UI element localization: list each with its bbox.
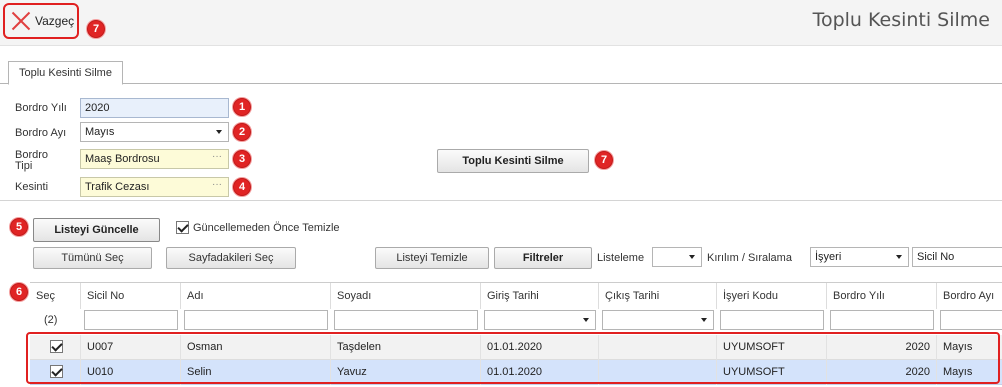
step-badge-4: 4 — [232, 177, 252, 197]
step-badge-7: 7 — [86, 19, 106, 39]
bordro-ayi-value: Mayıs — [85, 126, 115, 138]
filter-giris-tarihi[interactable] — [484, 310, 596, 330]
column-header-giris-tarihi[interactable]: Giriş Tarihi — [481, 283, 599, 309]
chevron-down-icon — [896, 255, 902, 259]
sort-select[interactable]: Sicil No — [912, 247, 1002, 267]
kirilim-select[interactable]: İşyeri — [810, 247, 909, 267]
step-badge-5: 5 — [9, 217, 29, 237]
cancel-button-label: Vazgeç — [35, 14, 75, 28]
bordro-tipi-label: Bordro Tipi — [15, 150, 48, 172]
top-toolbar: Vazgeç Toplu Kesinti Silme — [0, 0, 1002, 46]
filter-sicil-no[interactable] — [84, 310, 178, 330]
cell-sicil-no: U007 — [81, 335, 181, 360]
row-select-cell — [30, 335, 81, 360]
kesinti-field[interactable]: Trafik Cezası ··· — [80, 177, 229, 197]
clear-before-update-checkbox[interactable] — [176, 221, 189, 234]
select-all-button[interactable]: Tümünü Seç — [33, 247, 152, 269]
column-header-adi[interactable]: Adı — [181, 283, 331, 309]
cell-bordro-yili: 2020 — [827, 360, 937, 385]
ellipsis-icon[interactable]: ··· — [208, 152, 226, 166]
step-badge-7b: 7 — [594, 150, 614, 170]
tab-toplu-kesinti-silme[interactable]: Toplu Kesinti Silme — [8, 61, 123, 85]
chevron-down-icon — [216, 130, 222, 134]
cell-bordro-ayi: Mayıs — [943, 341, 973, 353]
column-header-bordro-yili[interactable]: Bordro Yılı — [827, 283, 937, 309]
ellipsis-icon[interactable]: ··· — [208, 180, 226, 194]
bordro-yili-field[interactable]: 2020 — [80, 98, 229, 118]
chevron-down-icon — [689, 255, 695, 259]
kirilim-label: Kırılım / Sıralama — [707, 252, 792, 264]
cell-soyadi: Yavuz — [331, 360, 481, 385]
section-divider — [0, 200, 1002, 201]
data-grid: Seç Sicil No Adı Soyadı Giriş Tarihi Çık… — [30, 282, 1002, 387]
refresh-list-button[interactable]: Listeyi Güncelle — [33, 218, 160, 242]
filter-soyadi[interactable] — [334, 310, 478, 330]
bordro-yili-label: Bordro Yılı — [15, 102, 67, 114]
select-page-button[interactable]: Sayfadakileri Seç — [166, 247, 296, 269]
row-select-cell — [30, 360, 81, 385]
chevron-down-icon — [583, 318, 589, 322]
row-checkbox[interactable] — [50, 365, 63, 378]
tab-strip: Toplu Kesinti Silme — [0, 58, 1002, 85]
bordro-ayi-label: Bordro Ayı — [15, 127, 67, 139]
bordro-tipi-value: Maaş Bordrosu — [85, 153, 160, 165]
step-badge-3: 3 — [232, 149, 252, 169]
bordro-ayi-select[interactable]: Mayıs — [80, 122, 229, 142]
kesinti-value: Trafik Cezası — [85, 181, 150, 193]
sort-value: Sicil No — [917, 251, 955, 263]
column-header-bordro-ayi[interactable]: Bordro Ayı — [937, 283, 1002, 309]
kesinti-label: Kesinti — [15, 181, 49, 193]
cell-bordro-yili: 2020 — [827, 335, 937, 360]
cell-bordro-ayi: Mayıs — [943, 366, 973, 378]
selected-count: (2) — [44, 314, 58, 326]
cell-adi: Osman — [181, 335, 331, 360]
column-header-cikis-tarihi[interactable]: Çıkış Tarihi — [599, 283, 717, 309]
cell-giris-tarihi: 01.01.2020 — [481, 335, 599, 360]
cell-isyeri-kodu: UYUMSOFT — [717, 360, 827, 385]
close-icon — [11, 11, 31, 31]
filter-isyeri-kodu[interactable] — [720, 310, 824, 330]
step-badge-6: 6 — [9, 282, 29, 302]
kirilim-value: İşyeri — [815, 251, 842, 263]
cancel-button[interactable]: Vazgeç — [3, 3, 79, 39]
column-header-isyeri-kodu[interactable]: İşyeri Kodu — [717, 283, 827, 309]
column-header-sec[interactable]: Seç — [30, 283, 81, 309]
filter-row: (2) — [30, 309, 1002, 333]
cell-isyeri-kodu: UYUMSOFT — [717, 335, 827, 360]
table-row[interactable]: U010 Selin Yavuz 01.01.2020 UYUMSOFT 202… — [30, 360, 1002, 385]
cell-giris-tarihi: 01.01.2020 — [481, 360, 599, 385]
filter-adi[interactable] — [184, 310, 328, 330]
cell-adi: Selin — [181, 360, 331, 385]
bordro-tipi-field[interactable]: Maaş Bordrosu ··· — [80, 149, 229, 169]
filters-button[interactable]: Filtreler — [494, 247, 592, 269]
bordro-tipi-label-line2: Tipi — [15, 160, 33, 172]
page-title: Toplu Kesinti Silme — [812, 9, 990, 31]
filter-cikis-tarihi[interactable] — [602, 310, 714, 330]
clear-before-update-label: Güncellemeden Önce Temizle — [193, 222, 340, 234]
listeleme-label: Listeleme — [597, 252, 645, 264]
toplu-kesinti-silme-button[interactable]: Toplu Kesinti Silme — [437, 149, 589, 173]
cell-soyadi: Taşdelen — [331, 335, 481, 360]
step-badge-2: 2 — [232, 122, 252, 142]
step-badge-1: 1 — [232, 97, 252, 117]
column-header-soyadi[interactable]: Soyadı — [331, 283, 481, 309]
filter-bordro-yili[interactable] — [830, 310, 934, 330]
clear-list-button[interactable]: Listeyi Temizle — [375, 247, 489, 269]
cell-sicil-no: U010 — [81, 360, 181, 385]
table-row[interactable]: U007 Osman Taşdelen 01.01.2020 UYUMSOFT … — [30, 335, 1002, 360]
cell-cikis-tarihi — [599, 335, 717, 360]
filter-bordro-ayi[interactable] — [940, 310, 1002, 330]
cell-cikis-tarihi — [599, 360, 717, 385]
row-checkbox[interactable] — [50, 340, 63, 353]
listeleme-select[interactable] — [652, 247, 702, 267]
column-header-sicil-no[interactable]: Sicil No — [81, 283, 181, 309]
chevron-down-icon — [701, 318, 707, 322]
